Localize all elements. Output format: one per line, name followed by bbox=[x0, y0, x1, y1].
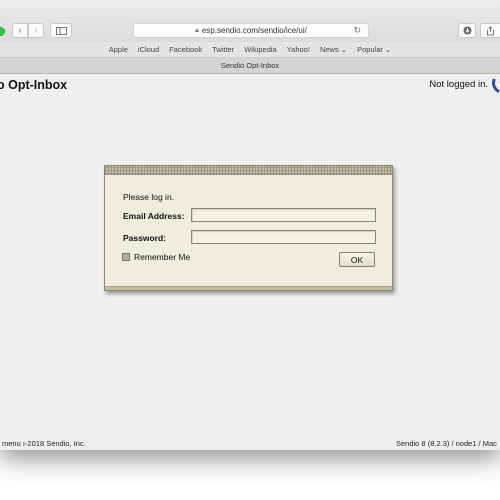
sidebar-toggle-button[interactable] bbox=[50, 23, 72, 38]
email-field[interactable] bbox=[191, 208, 376, 222]
login-status: Not logged in. bbox=[429, 79, 488, 90]
favorite-icloud[interactable]: iCloud bbox=[138, 45, 159, 54]
favorite-twitter[interactable]: Twitter bbox=[212, 45, 234, 54]
favorite-apple[interactable]: Apple bbox=[109, 45, 128, 54]
password-label: Password: bbox=[123, 233, 166, 243]
ok-button[interactable]: OK bbox=[339, 252, 375, 267]
dialog-footer bbox=[105, 286, 392, 290]
password-field[interactable] bbox=[191, 230, 376, 244]
logo-arc bbox=[488, 68, 500, 98]
app-title: o Opt-Inbox bbox=[0, 78, 68, 92]
favorite-popular[interactable]: Popular ⌄ bbox=[357, 45, 391, 54]
downloads-button[interactable] bbox=[458, 23, 476, 38]
chevron-left-icon: ‹ bbox=[18, 25, 22, 36]
url-text: esp.sendio.com/sendio/ice/ui/ bbox=[201, 26, 307, 35]
favorite-facebook[interactable]: Facebook bbox=[169, 45, 202, 54]
browser-toolbar: ‹ › 🔒︎ esp.sendio.com/sendio/ice/ui/ ↻ bbox=[0, 0, 500, 42]
favorite-yahoo[interactable]: Yahoo! bbox=[287, 45, 310, 54]
forward-button[interactable]: › bbox=[28, 23, 44, 38]
share-icon bbox=[487, 25, 494, 35]
favorite-wikipedia[interactable]: Wikipedia bbox=[244, 45, 277, 54]
web-page: o Opt-Inbox Not logged in. Please log in… bbox=[0, 68, 500, 450]
remember-me-checkbox[interactable] bbox=[122, 253, 130, 261]
footer-version: Sendio 8 (8.2.3) / node1 / Mac bbox=[396, 439, 497, 448]
login-dialog: Please log in. Email Address: Password: … bbox=[104, 165, 393, 291]
download-icon bbox=[463, 26, 471, 35]
window-zoom-button[interactable] bbox=[0, 27, 5, 36]
email-label: Email Address: bbox=[123, 211, 185, 221]
browser-window: ‹ › 🔒︎ esp.sendio.com/sendio/ice/ui/ ↻ A… bbox=[0, 0, 500, 450]
tab-bar: Sendio Opt-Inbox bbox=[0, 58, 500, 74]
favorites-bar: Apple iCloud Facebook Twitter Wikipedia … bbox=[0, 42, 500, 58]
share-button[interactable] bbox=[480, 23, 500, 38]
reload-icon[interactable]: ↻ bbox=[353, 25, 361, 36]
back-button[interactable]: ‹ bbox=[12, 23, 28, 38]
tab-title[interactable]: Sendio Opt-Inbox bbox=[221, 61, 279, 70]
favorite-news[interactable]: News ⌄ bbox=[320, 45, 347, 54]
remember-me-label: Remember Me bbox=[134, 252, 191, 262]
sidebar-icon bbox=[55, 26, 67, 35]
chevron-right-icon: › bbox=[34, 25, 38, 36]
address-bar[interactable]: 🔒︎ esp.sendio.com/sendio/ice/ui/ ↻ bbox=[133, 23, 369, 38]
remember-me[interactable]: Remember Me bbox=[122, 252, 190, 262]
footer-copyright: menu ı-2018 Sendio, Inc. bbox=[2, 439, 86, 448]
lock-icon: 🔒︎ bbox=[195, 26, 199, 34]
dialog-header bbox=[105, 166, 392, 175]
login-prompt: Please log in. bbox=[123, 192, 175, 202]
